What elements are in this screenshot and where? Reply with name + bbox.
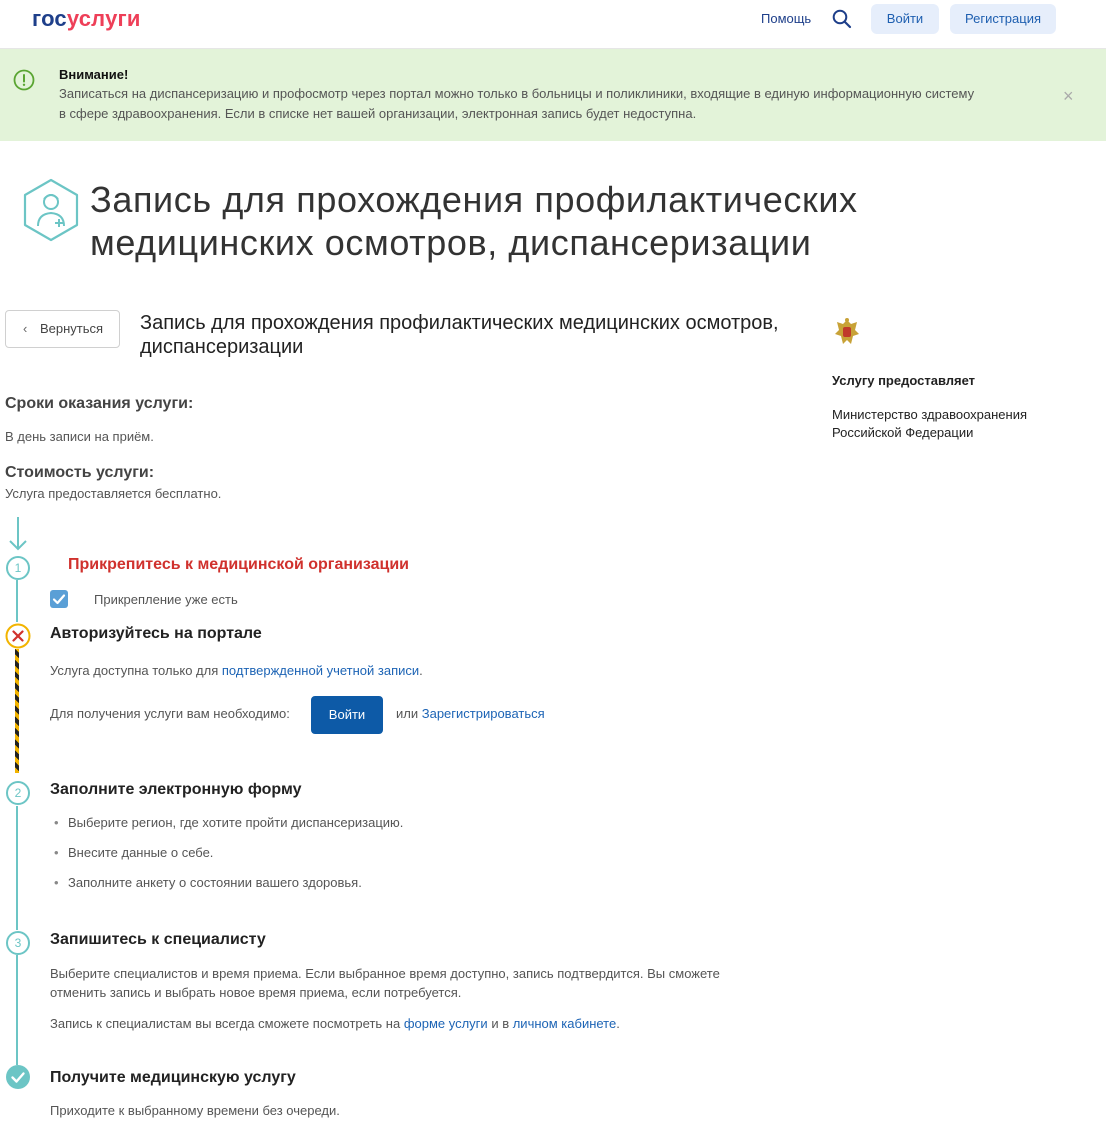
- attachment-checkbox[interactable]: [50, 590, 68, 608]
- login-button[interactable]: Войти: [311, 696, 383, 734]
- help-link[interactable]: Помощь: [761, 11, 811, 26]
- banner-title: Внимание!: [59, 67, 129, 82]
- banner-text: Записаться на диспансеризацию и профосмо…: [59, 86, 975, 121]
- exclamation-circle-icon: [13, 69, 35, 91]
- logo-part-uslugi: услуги: [66, 6, 141, 31]
- register-link[interactable]: Зарегистрироваться: [422, 706, 545, 721]
- header-register-button[interactable]: Регистрация: [950, 4, 1056, 34]
- logo-part-gos: гос: [32, 6, 67, 31]
- site-header: госуслуги Помощь Войти Регистрация: [0, 0, 1106, 49]
- specialist-text-suffix: .: [616, 1016, 620, 1031]
- step-number-3: 3: [6, 931, 30, 955]
- list-item: Внесите данные о себе.: [54, 845, 213, 860]
- search-icon[interactable]: [832, 9, 852, 29]
- attention-banner: Внимание! Записаться на диспансеризацию …: [0, 49, 1106, 141]
- list-item: Заполните анкету о состоянии вашего здор…: [54, 875, 362, 890]
- provider-name: Министерство здравоохранения Российской …: [832, 407, 1027, 440]
- auth-need-text: Для получения услуги вам необходимо:: [50, 706, 290, 721]
- specialist-text-mid: и в: [487, 1016, 513, 1031]
- service-form-link[interactable]: форме услуги: [404, 1016, 488, 1031]
- arrow-down-icon: [9, 517, 27, 551]
- receive-text: Приходите к выбранному времени без очере…: [50, 1103, 340, 1118]
- checkmark-icon: [52, 594, 66, 605]
- terms-text: В день записи на приём.: [5, 429, 154, 444]
- timeline-blocked-line: [15, 649, 19, 773]
- list-item: Выберите регион, где хотите пройти диспа…: [54, 815, 403, 830]
- auth-text-prefix: Услуга доступна только для: [50, 663, 222, 678]
- step-form-title: Заполните электронную форму: [50, 781, 302, 798]
- step-number-2: 2: [6, 781, 30, 805]
- step-specialist-title: Запишитесь к специалисту: [50, 931, 266, 948]
- timeline-line: [16, 580, 18, 622]
- terms-heading: Сроки оказания услуги:: [5, 395, 194, 412]
- or-register: или Зарегистрироваться: [396, 704, 545, 723]
- gosuslugi-logo[interactable]: госуслуги: [32, 6, 141, 32]
- cost-text: Услуга предоставляется бесплатно.: [5, 486, 222, 501]
- doctor-hexagon-icon: [23, 178, 79, 242]
- step-number-1: 1: [6, 556, 30, 580]
- personal-account-link[interactable]: личном кабинете: [513, 1016, 617, 1031]
- timeline-line: [16, 955, 18, 1065]
- provider-label: Услугу предоставляет: [832, 373, 976, 388]
- confirmed-account-link[interactable]: подтвержденной учетной записи: [222, 663, 419, 678]
- step-auth-title: Авторизуйтесь на портале: [50, 625, 262, 642]
- specialist-text-prefix: Запись к специалистам вы всегда сможете …: [50, 1016, 404, 1031]
- cost-heading: Стоимость услуги:: [5, 464, 155, 481]
- timeline-line: [16, 806, 18, 930]
- back-button[interactable]: ‹ Вернуться: [5, 310, 120, 348]
- or-text: или: [396, 706, 422, 721]
- check-circle-icon: [6, 1065, 30, 1089]
- specialist-links-text: Запись к специалистам вы всегда сможете …: [50, 1014, 620, 1033]
- step-auth-text: Услуга доступна только для подтвержденно…: [50, 661, 423, 680]
- coat-of-arms-icon: [835, 318, 859, 344]
- page-title: Запись для прохождения профилактических …: [90, 179, 858, 263]
- error-cross-icon: [5, 623, 31, 649]
- attachment-checkbox-label: Прикрепление уже есть: [94, 592, 238, 607]
- step-receive-title: Получите медицинскую услугу: [50, 1069, 296, 1086]
- service-title: Запись для прохождения профилактических …: [140, 312, 779, 358]
- back-button-label: Вернуться: [40, 321, 104, 336]
- close-icon[interactable]: ×: [1063, 87, 1074, 105]
- header-login-button[interactable]: Войти: [871, 4, 939, 34]
- specialist-text: Выберите специалистов и время приема. Ес…: [50, 966, 720, 1000]
- chevron-left-icon: ‹: [23, 321, 28, 336]
- auth-text-suffix: .: [419, 663, 423, 678]
- step-attach-title: Прикрепитесь к медицинской организации: [68, 556, 410, 573]
